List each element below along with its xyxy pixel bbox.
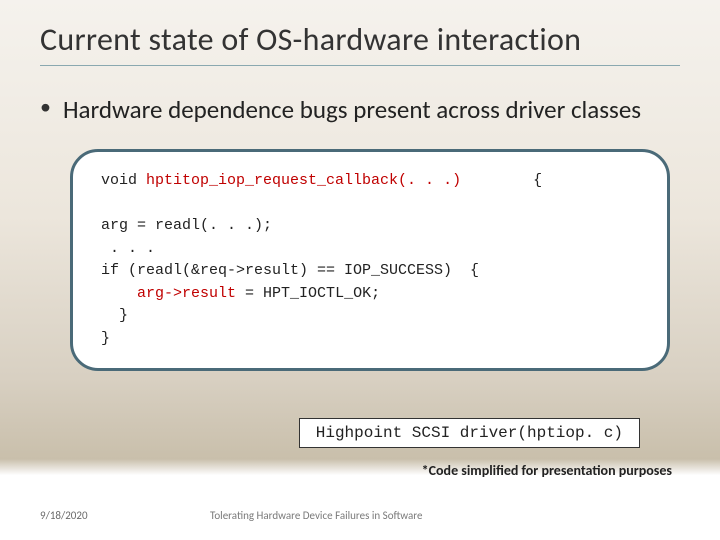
- bullet-item: • Hardware dependence bugs present acros…: [40, 94, 680, 125]
- code-ref: arg->result: [137, 285, 236, 302]
- code-blank: [101, 193, 639, 216]
- slide-title: Current state of OS-hardware interaction: [40, 20, 680, 59]
- bullet-marker: •: [40, 94, 51, 120]
- code-assign: = HPT_IOCTL_OK;: [236, 285, 380, 302]
- footnote: *Code simplified for presentation purpos…: [422, 462, 672, 479]
- driver-label: Highpoint SCSI driver(hptiop. c): [299, 418, 640, 448]
- code-line: void hptitop_iop_request_callback(. . .)…: [101, 170, 639, 193]
- slide-footer: Tolerating Hardware Device Failures in S…: [210, 509, 422, 522]
- code-indent: [101, 285, 137, 302]
- code-line: . . .: [101, 238, 639, 261]
- code-line: if (readl(&req->result) == IOP_SUCCESS) …: [101, 260, 639, 283]
- slide-date: 9/18/2020: [40, 509, 88, 522]
- code-line: }: [101, 328, 639, 351]
- slide: Current state of OS-hardware interaction…: [0, 0, 720, 540]
- code-line: arg->result = HPT_IOCTL_OK;: [101, 283, 639, 306]
- code-fn: hptitop_iop_request_callback(. . .): [146, 172, 461, 189]
- code-brace: {: [461, 172, 542, 189]
- bullet-text: Hardware dependence bugs present across …: [63, 94, 641, 125]
- code-line: }: [101, 305, 639, 328]
- code-line: arg = readl(. . .);: [101, 215, 639, 238]
- code-block: void hptitop_iop_request_callback(. . .)…: [70, 149, 670, 371]
- code-kw: void: [101, 172, 146, 189]
- title-underline: [40, 65, 680, 66]
